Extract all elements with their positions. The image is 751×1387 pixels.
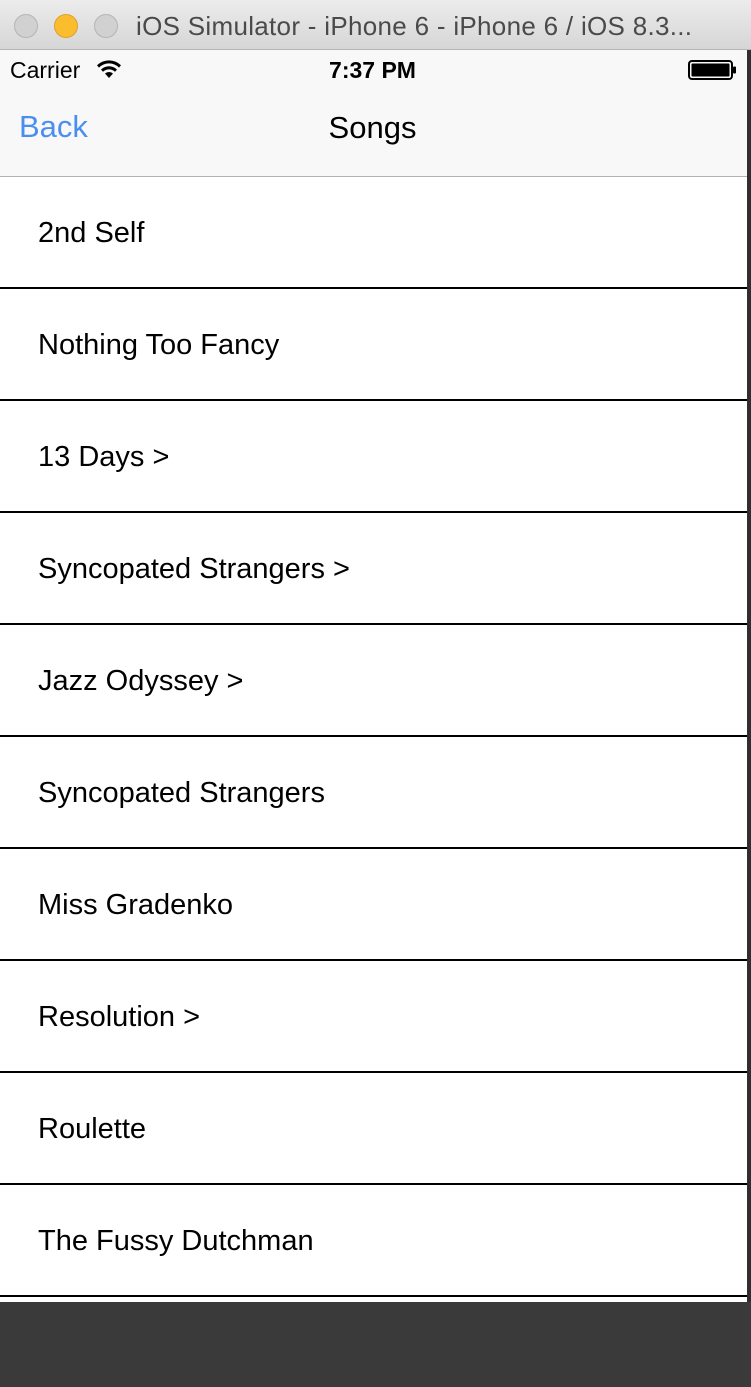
window-title: iOS Simulator - iPhone 6 - iPhone 6 / iO… [136,11,693,41]
window-edge [747,50,751,1302]
close-window-button[interactable] [14,14,38,38]
song-title: 2nd Self [38,217,145,249]
song-title: Nothing Too Fancy [38,329,280,361]
zoom-window-button[interactable] [94,14,118,38]
song-title: Miss Gradenko [38,889,234,921]
list-item[interactable]: Miss Gradenko [0,849,747,961]
status-bar: Carrier 7:37 PM [0,50,747,90]
list-item[interactable]: Nothing Too Fancy [0,289,747,401]
song-title: Syncopated Strangers [38,777,325,809]
song-title: Syncopated Strangers > [38,553,350,585]
list-item[interactable]: Resolution > [0,961,747,1073]
minimize-window-button[interactable] [54,14,78,38]
status-time: 7:37 PM [329,57,416,83]
page-title: Songs [328,110,417,145]
simulator-window: iOS Simulator - iPhone 6 - iPhone 6 / iO… [0,0,751,1387]
list-item[interactable]: Syncopated Strangers > [0,513,747,625]
list-item[interactable]: 13 Days > [0,401,747,513]
list-item[interactable]: Jazz Odyssey > [0,625,747,737]
song-title: 13 Days > [38,441,170,473]
song-title: Jazz Odyssey > [38,665,244,697]
list-item[interactable]: Syncopated Strangers [0,737,747,849]
device-screen: Carrier 7:37 PM Back Songs 2nd Self Noth… [0,50,747,1302]
navigation-bar: Back Songs [0,90,747,177]
window-titlebar[interactable]: iOS Simulator - iPhone 6 - iPhone 6 / iO… [0,0,751,50]
song-title: Roulette [38,1113,147,1145]
songs-list[interactable]: 2nd Self Nothing Too Fancy 13 Days > Syn… [0,177,747,1302]
song-title: The Fussy Dutchman [38,1225,314,1257]
list-item[interactable]: Roulette [0,1073,747,1185]
song-title: Resolution > [38,1001,201,1033]
list-item[interactable]: The Fussy Dutchman [0,1185,747,1297]
list-item[interactable]: 2nd Self [0,177,747,289]
simulator-bottom-area [0,1302,751,1387]
battery-icon [688,60,736,80]
